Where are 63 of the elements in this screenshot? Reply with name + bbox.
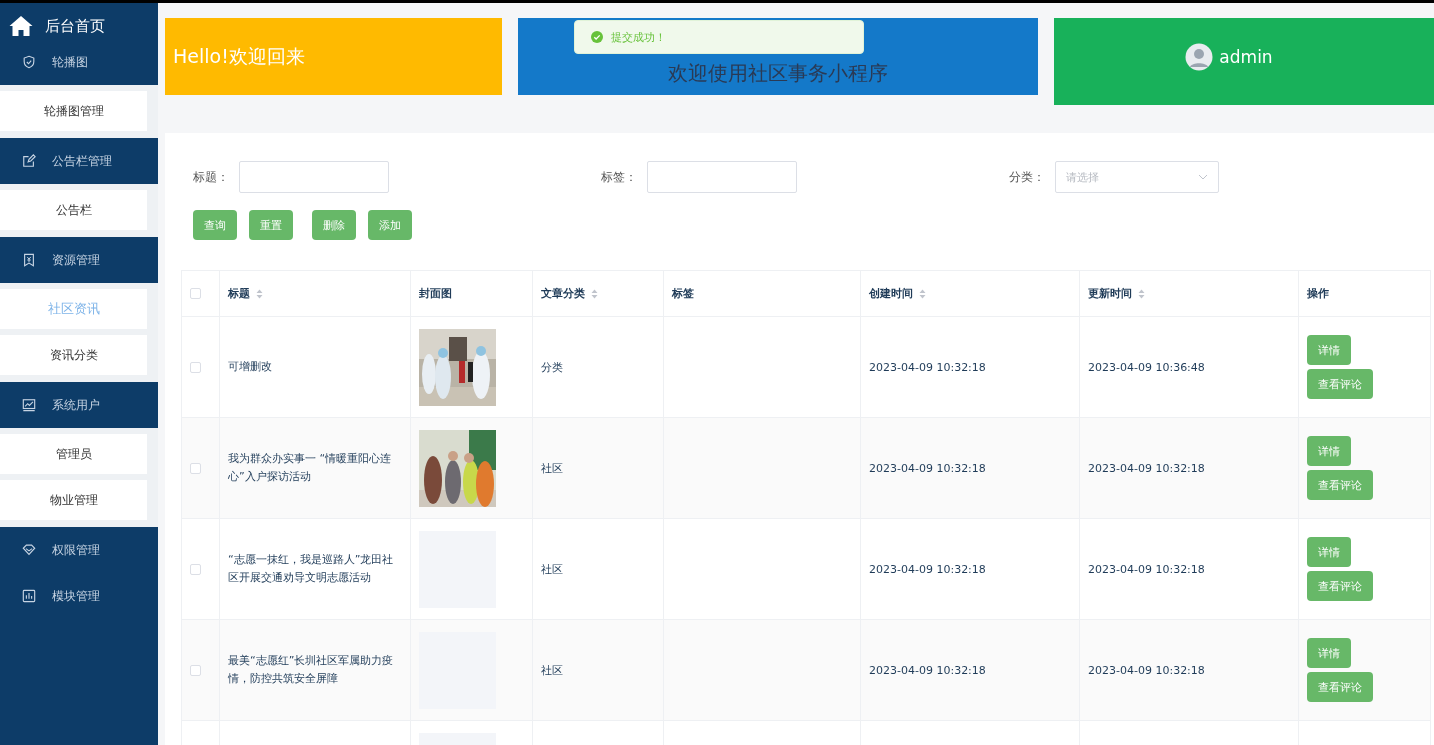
table-cell: 社区 — [541, 562, 563, 576]
shield-icon — [22, 55, 36, 69]
table-cell: 2023-04-09 10:36:48 — [1088, 360, 1205, 374]
submenu-item[interactable]: 物业管理 — [0, 480, 147, 520]
sort-icon[interactable] — [919, 288, 926, 299]
menu-group[interactable]: 模块管理 — [0, 573, 158, 619]
submenu-item[interactable]: 资讯分类 — [0, 335, 147, 375]
submenu-item[interactable]: 轮播图管理 — [0, 91, 147, 131]
column-header: 操作 — [1298, 270, 1431, 317]
checkbox[interactable] — [190, 664, 201, 676]
table-cell-text: 最美“志愿红”长圳社区军属助力疫情，防控共筑安全屏障 — [228, 653, 395, 687]
table-cell: 2023-04-09 10:32:18 — [869, 562, 986, 576]
submenu-item[interactable]: 公告栏 — [0, 190, 147, 230]
table-cell: 2023-04-09 10:32:18 — [1088, 461, 1205, 475]
checkbox[interactable] — [190, 288, 201, 299]
menu-group[interactable]: 轮播图 — [0, 39, 158, 85]
table-cell-text: “志愿一抹红，我是巡路人”龙田社区开展交通劝导文明志愿活动 — [228, 552, 395, 586]
column-header: 标签 — [663, 270, 861, 317]
table-cell-text: 可增删改 — [228, 359, 273, 375]
username: admin — [1219, 46, 1273, 67]
table-cell: 社区 — [541, 663, 563, 677]
menu-group[interactable]: 公告栏管理 — [0, 138, 158, 184]
checkbox[interactable] — [190, 361, 201, 373]
edit-icon — [22, 154, 36, 168]
field-label: 分类： — [1009, 168, 1045, 186]
sort-icon[interactable] — [591, 288, 598, 299]
avatar-icon[interactable] — [1185, 42, 1214, 71]
column-header: 封面图 — [410, 270, 533, 317]
menu-group[interactable]: 系统用户 — [0, 382, 158, 428]
input-field[interactable] — [239, 161, 389, 193]
sort-icon[interactable] — [1138, 288, 1145, 299]
checkbox[interactable] — [190, 462, 201, 474]
welcome-text: Hello!欢迎回来 — [173, 43, 305, 69]
chevron-down-icon — [1198, 174, 1208, 180]
toast-message: 提交成功！ — [611, 29, 666, 45]
table-cell-text: 我为群众办实事一 “情暖重阳心连心”入户探访活动 — [228, 451, 393, 485]
table-cell: 社区 — [541, 461, 563, 475]
column-header[interactable]: 标题 — [219, 270, 411, 317]
chart-icon — [22, 398, 36, 412]
bookmark-icon — [22, 253, 36, 267]
table-cell: 分类 — [541, 360, 563, 374]
intro-text: 欢迎使用社区事务小程序 — [668, 60, 888, 87]
table-cell: 2023-04-09 10:32:18 — [1088, 562, 1205, 576]
field-label: 标签： — [601, 168, 637, 186]
table-cell: 2023-04-09 10:32:18 — [869, 663, 986, 677]
menu-group[interactable]: 资源管理 — [0, 237, 158, 283]
bar-chart-icon — [22, 589, 36, 603]
check-icon — [591, 31, 603, 43]
column-header[interactable]: 更新时间 — [1079, 270, 1299, 317]
column-header[interactable]: 文章分类 — [532, 270, 664, 317]
sort-icon[interactable] — [256, 288, 263, 299]
field-label: 标题： — [193, 168, 229, 186]
checkbox[interactable] — [190, 563, 201, 575]
home-icon[interactable] — [9, 15, 33, 37]
sidebar-title[interactable]: 后台首页 — [45, 16, 105, 36]
submenu-item[interactable]: 管理员 — [0, 434, 147, 474]
table-cell: 2023-04-09 10:32:18 — [1088, 663, 1205, 677]
column-header[interactable]: 创建时间 — [860, 270, 1080, 317]
table-cell: 2023-04-09 10:32:18 — [869, 461, 986, 475]
diamond-icon — [22, 543, 36, 557]
table-cell: 2023-04-09 10:32:18 — [869, 360, 986, 374]
menu-group[interactable]: 权限管理 — [0, 527, 158, 573]
input-field[interactable] — [647, 161, 797, 193]
